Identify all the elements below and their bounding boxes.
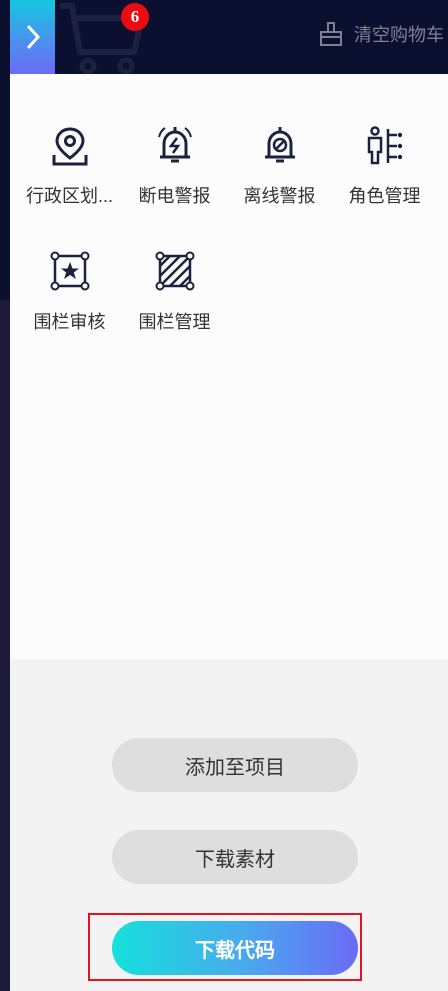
- grid-item-fence-audit[interactable]: 围栏审核: [17, 250, 122, 360]
- top-bar: 6 清空购物车: [0, 0, 448, 75]
- grid-item-role-management[interactable]: 角色管理: [332, 124, 437, 234]
- download-code-button[interactable]: 下载代码: [112, 921, 358, 975]
- left-edge-strip: [0, 0, 10, 991]
- download-assets-button[interactable]: 下载素材: [112, 830, 358, 884]
- grid-item-admin-division[interactable]: 行政区划...: [17, 124, 122, 234]
- grid-item-power-alarm[interactable]: 断电警报: [122, 124, 227, 234]
- collapse-toggle-button[interactable]: [10, 0, 55, 74]
- bell-power-icon: [157, 127, 192, 163]
- clear-cart-button[interactable]: 清空购物车: [318, 18, 444, 50]
- grid-item-label: 行政区划...: [25, 186, 113, 206]
- action-panel: 添加至项目 下载素材 下载代码: [10, 659, 448, 991]
- add-to-project-button[interactable]: 添加至项目: [112, 738, 358, 792]
- map-pin-icon: [52, 127, 87, 166]
- grid-item-label: 角色管理: [348, 186, 421, 206]
- icon-grid-panel: 行政区划... 断电警报 离线警报 角色管理 围栏审核 围栏管理: [10, 74, 448, 659]
- broom-icon: [320, 22, 342, 46]
- clear-cart-label: 清空购物车: [354, 25, 444, 45]
- grid-item-label: 围栏审核: [33, 312, 106, 332]
- bell-offline-icon: [264, 127, 295, 163]
- grid-item-label: 断电警报: [138, 186, 211, 206]
- cart-count-badge: 6: [121, 3, 149, 31]
- role-icon: [367, 126, 402, 165]
- chevron-right-icon: [26, 24, 40, 50]
- grid-item-fence-management[interactable]: 围栏管理: [122, 250, 227, 360]
- fence-manage-icon: [155, 251, 194, 291]
- grid-item-label: 离线警报: [243, 186, 316, 206]
- fence-audit-icon: [50, 251, 89, 291]
- grid-item-offline-alarm[interactable]: 离线警报: [227, 124, 332, 234]
- grid-item-label: 围栏管理: [138, 312, 211, 332]
